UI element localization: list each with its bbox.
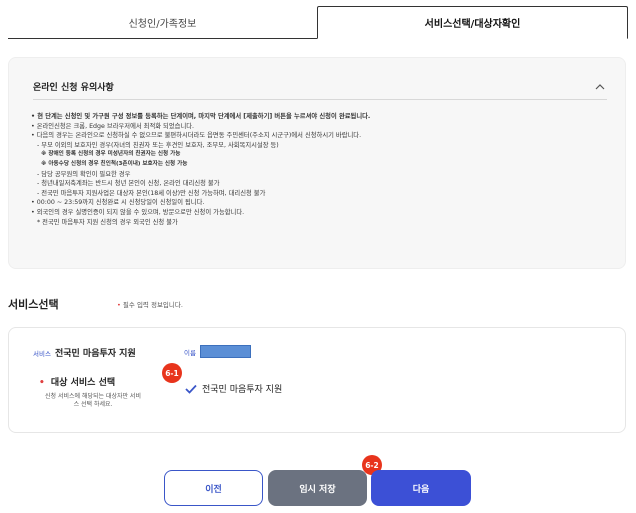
notice-item: * 전국민 마음투자 지원 신청의 경우 외국인 신청 불가 <box>37 218 178 226</box>
notice-item: 00:00 ~ 23:59까지 신청완료 시 신청당일이 신청일이 됩니다. <box>31 198 611 208</box>
notice-item: - 부모 이외의 보호자인 경우(자녀의 친권자 또는 후견인 보호자, 조부모… <box>37 141 279 149</box>
notice-item: 다음의 경우는 온라인으로 신청하실 수 없으므로 불편하시더라도 읍면동 주민… <box>31 131 611 141</box>
tab-bar: 신청인/가족정보 서비스선택/대상자확인 <box>8 6 628 39</box>
section-title: 서비스선택 <box>8 298 59 311</box>
notice-item: ※ 장애인 등록 신청의 경우 미성년자의 친권자는 신청 가능 <box>41 151 181 158</box>
target-service-label: 대상 서비스 선택 <box>50 378 116 388</box>
name-field-redacted <box>199 345 251 358</box>
checkmark-icon[interactable] <box>185 383 197 395</box>
service-box: 서비스 전국민 마음투자 지원 이름 • 대상 서비스 선택 신청 서비스에 해… <box>8 327 626 433</box>
name-label: 이름 <box>184 348 196 357</box>
name-line: 이름 <box>184 345 251 358</box>
service-option-checkbox[interactable]: 전국민 마음투자 지원 <box>185 382 282 395</box>
notice-item: - 담당 공무원의 확인이 필요한 경우 <box>37 170 131 178</box>
notice-item: - 전국민 마음투자 지원사업은 대상자 본인(18세 이상)만 신청 가능하며… <box>37 189 266 197</box>
required-dot: • <box>39 378 45 388</box>
tab-applicant-family[interactable]: 신청인/가족정보 <box>8 6 317 38</box>
notice-title: 온라인 신청 유의사항 <box>33 83 114 93</box>
notice-list: 현 단계는 신청인 및 가구원 구성 정보를 등록하는 단계이며, 마지막 단계… <box>31 112 611 227</box>
service-option-label: 전국민 마음투자 지원 <box>202 385 283 395</box>
chevron-up-icon[interactable] <box>593 80 607 94</box>
next-button[interactable]: 다음 <box>371 470 471 506</box>
service-tag: 서비스 <box>33 350 51 358</box>
notice-item: 외국인의 경우 실명인증이 되지 않을 수 있으며, 방문으로만 신청이 가능합… <box>31 208 611 218</box>
tab-service-selection[interactable]: 서비스선택/대상자확인 <box>317 6 628 39</box>
service-line: 서비스 전국민 마음투자 지원 <box>33 346 136 359</box>
target-service-desc: 신청 서비스에 해당되는 대상자만 서비스 선택 하세요. <box>45 393 141 408</box>
notice-panel: 온라인 신청 유의사항 현 단계는 신청인 및 가구원 구성 정보를 등록하는 … <box>8 57 626 269</box>
notice-item: ※ 아동수당 신청의 경우 친인척(3촌이내) 보호자는 신청 가능 <box>41 160 188 167</box>
required-note-text: 필수 입력 정보입니다. <box>122 301 183 309</box>
required-note: • 필수 입력 정보입니다. <box>117 299 183 309</box>
required-dot: • <box>117 301 121 309</box>
notice-item: 온라인신청은 크롬, Edge 브라우저에서 최적화 되었습니다. <box>31 122 611 132</box>
step-badge-6-1: 6-1 <box>162 363 182 383</box>
prev-button[interactable]: 이전 <box>164 470 263 506</box>
target-service-title: • 대상 서비스 선택 <box>39 375 115 388</box>
temp-save-button[interactable]: 임시 저장 <box>268 470 367 506</box>
notice-item: - 청년내일저축계좌는 반드시 청년 본인이 신청, 온라인 대리신청 불가 <box>37 180 220 188</box>
notice-header[interactable]: 온라인 신청 유의사항 <box>33 74 607 100</box>
service-name: 전국민 마음투자 지원 <box>54 349 136 359</box>
notice-item: 현 단계는 신청인 및 가구원 구성 정보를 등록하는 단계이며, 마지막 단계… <box>31 112 611 122</box>
